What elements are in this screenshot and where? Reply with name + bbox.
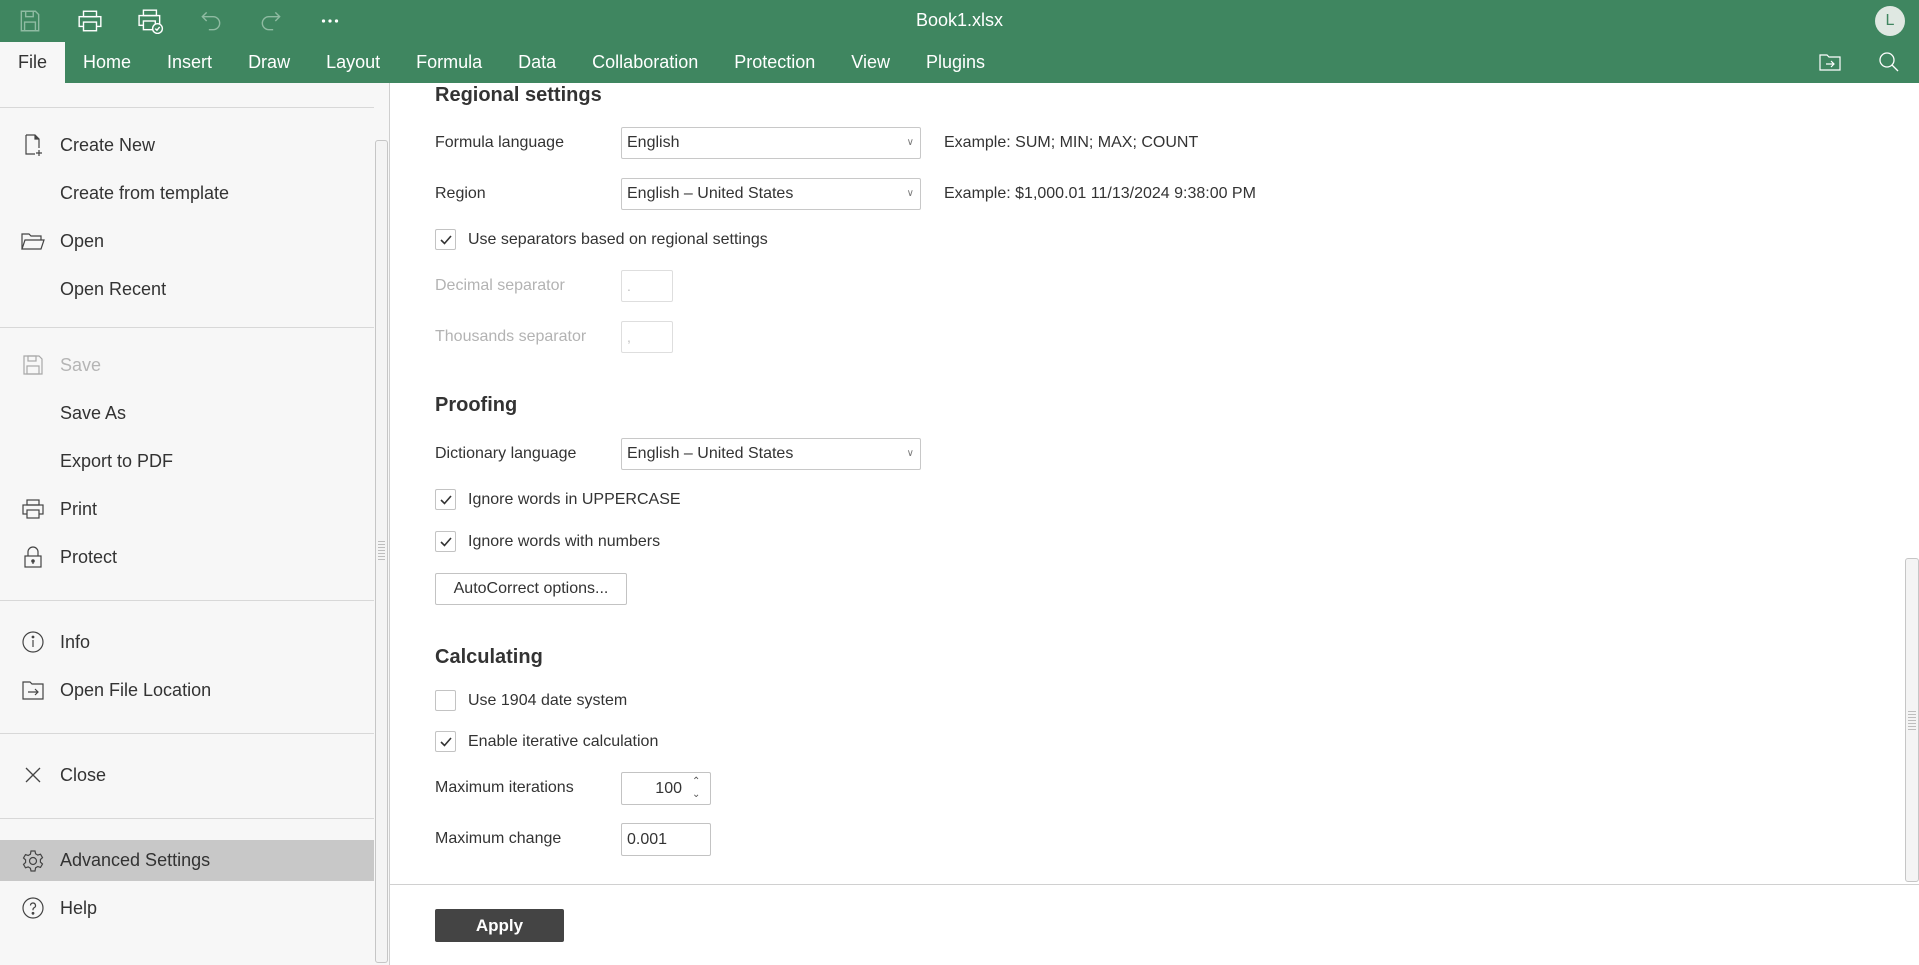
help-icon (20, 895, 46, 921)
date-1904-checkbox[interactable]: Use 1904 date system (435, 690, 627, 711)
checkbox-checked[interactable] (435, 229, 456, 250)
sidebar-item-create-new[interactable]: Create New (0, 125, 374, 165)
scrollbar-grip (378, 541, 385, 561)
autocorrect-options-button[interactable]: AutoCorrect options... (435, 573, 627, 605)
sidebar-item-protect[interactable]: Protect (0, 537, 374, 577)
max-change-input[interactable]: 0.001 (621, 823, 711, 856)
use-separators-checkbox[interactable]: Use separators based on regional setting… (435, 229, 768, 250)
sidebar-item-open-file-location[interactable]: Open File Location (0, 670, 374, 710)
decimal-separator-input[interactable]: . (621, 270, 673, 302)
open-file-location-icon[interactable] (1818, 50, 1842, 74)
sidebar-item-print[interactable]: Print (0, 489, 374, 529)
divider (0, 733, 374, 734)
divider (0, 107, 374, 108)
decimal-separator-label: Decimal separator (435, 277, 565, 294)
folder-icon (20, 228, 46, 254)
menu-tabs: File Home Insert Draw Layout Formula Dat… (0, 42, 1003, 83)
checkbox-unchecked[interactable] (435, 690, 456, 711)
proofing-heading: Proofing (435, 394, 518, 416)
tab-insert[interactable]: Insert (149, 42, 230, 83)
tab-view[interactable]: View (833, 42, 908, 83)
gear-icon (20, 848, 46, 874)
sidebar-item-export-pdf[interactable]: Export to PDF (0, 441, 374, 481)
lock-icon (20, 544, 46, 570)
max-change-label: Maximum change (435, 830, 562, 847)
tab-home[interactable]: Home (65, 42, 149, 83)
app-header: Book1.xlsx L File Home Insert Draw Layou… (0, 0, 1919, 83)
sidebar-item-open[interactable]: Open (0, 221, 374, 261)
advanced-settings-panel: Regional settings Formula language Engli… (390, 83, 1919, 965)
sidebar-item-save-as[interactable]: Save As (0, 393, 374, 433)
chevron-down-icon: ∨ (906, 137, 914, 148)
save-icon (20, 352, 46, 378)
formula-language-example: Example: SUM; MIN; MAX; COUNT (944, 134, 1199, 151)
open-file-location-icon (20, 677, 46, 703)
region-example: Example: $1,000.01 11/13/2024 9:38:00 PM (944, 185, 1256, 202)
thousands-separator-label: Thousands separator (435, 328, 587, 345)
region-select[interactable]: English – United States ∨ (621, 178, 921, 210)
max-iterations-stepper[interactable]: 100 ⌃ ⌄ (621, 772, 711, 805)
chevron-down-icon: ∨ (906, 188, 914, 199)
scrollbar-grip (1908, 711, 1916, 731)
divider (0, 818, 374, 819)
sidebar-item-help[interactable]: Help (0, 888, 374, 928)
dictionary-language-select[interactable]: English – United States ∨ (621, 438, 921, 470)
sidebar-item-advanced-settings[interactable]: Advanced Settings (0, 840, 374, 881)
settings-scrollbar[interactable] (1905, 558, 1919, 882)
tab-protection[interactable]: Protection (716, 42, 833, 83)
divider (0, 327, 374, 328)
sidebar-item-info[interactable]: Info (0, 622, 374, 662)
user-avatar[interactable]: L (1875, 6, 1905, 36)
footer-divider (390, 884, 1919, 885)
max-iterations-label: Maximum iterations (435, 779, 574, 796)
tab-draw[interactable]: Draw (230, 42, 308, 83)
checkbox-checked[interactable] (435, 531, 456, 552)
apply-button[interactable]: Apply (435, 909, 564, 942)
sidebar-item-open-recent[interactable]: Open Recent (0, 269, 374, 309)
create-new-icon (20, 132, 46, 158)
region-label: Region (435, 185, 486, 202)
tab-plugins[interactable]: Plugins (908, 42, 1003, 83)
calculating-heading: Calculating (435, 646, 543, 668)
sidebar-item-close[interactable]: Close (0, 755, 374, 795)
chevron-down-icon: ∨ (906, 448, 914, 459)
info-icon (20, 629, 46, 655)
checkbox-checked[interactable] (435, 731, 456, 752)
regional-settings-heading: Regional settings (435, 84, 602, 106)
tab-file[interactable]: File (0, 42, 66, 83)
divider (0, 600, 374, 601)
print-icon (20, 496, 46, 522)
chevron-up-icon[interactable]: ⌃ (692, 777, 702, 787)
tab-formula[interactable]: Formula (398, 42, 500, 83)
close-icon (20, 762, 46, 788)
dictionary-language-label: Dictionary language (435, 445, 577, 462)
sidebar-scrollbar[interactable] (375, 140, 388, 963)
search-icon[interactable] (1877, 50, 1901, 74)
checkbox-checked[interactable] (435, 489, 456, 510)
ignore-numbers-checkbox[interactable]: Ignore words with numbers (435, 531, 660, 552)
formula-language-select[interactable]: English ∨ (621, 127, 921, 159)
tab-data[interactable]: Data (500, 42, 574, 83)
tab-layout[interactable]: Layout (308, 42, 398, 83)
sidebar-item-create-from-template[interactable]: Create from template (0, 173, 374, 213)
formula-language-label: Formula language (435, 134, 564, 151)
ignore-uppercase-checkbox[interactable]: Ignore words in UPPERCASE (435, 489, 681, 510)
chevron-down-icon[interactable]: ⌄ (692, 790, 702, 800)
iterative-calculation-checkbox[interactable]: Enable iterative calculation (435, 731, 658, 752)
file-menu-sidebar: Create New Create from template Open Ope… (0, 83, 390, 965)
sidebar-item-save[interactable]: Save (0, 345, 374, 385)
thousands-separator-input[interactable]: , (621, 321, 673, 353)
document-title: Book1.xlsx (915, 10, 1004, 30)
tab-collaboration[interactable]: Collaboration (574, 42, 716, 83)
